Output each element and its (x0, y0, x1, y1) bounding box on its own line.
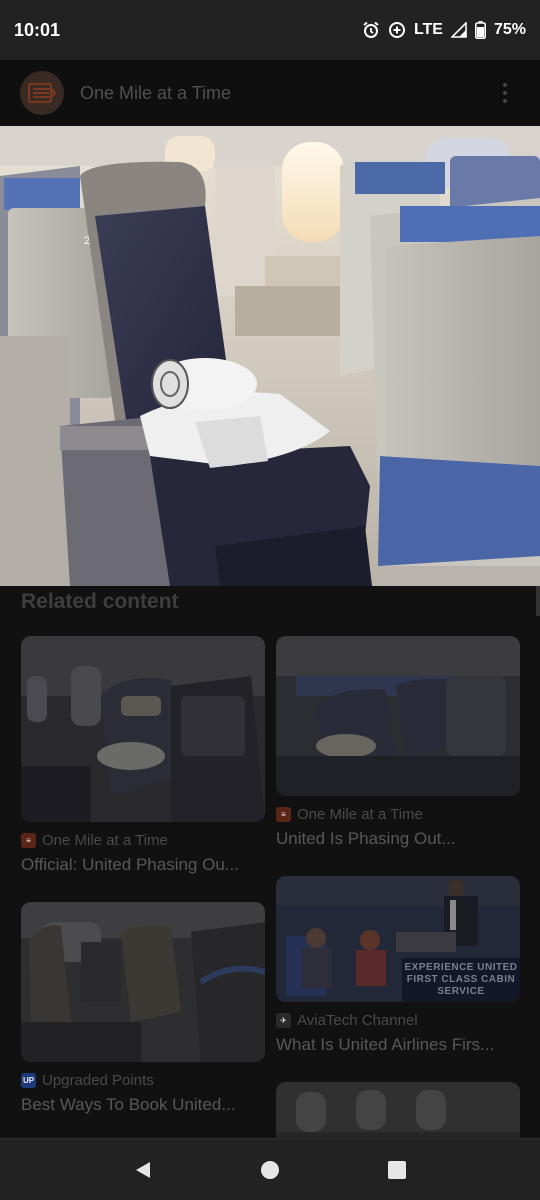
card-thumbnail[interactable] (276, 636, 520, 796)
card-thumbnail[interactable] (21, 636, 265, 822)
related-card[interactable]: EXPERIENCE UNITED FIRST CLASS CABIN SERV… (276, 876, 520, 1055)
card-thumbnail[interactable] (276, 1082, 520, 1138)
network-type: LTE (413, 21, 443, 38)
app-header: One Mile at a Time (0, 60, 540, 126)
recents-icon[interactable] (377, 1150, 417, 1190)
card-title[interactable]: United Is Phasing Out... (276, 829, 520, 849)
related-content-section: Related content ≡ One Mile at a Time Off… (0, 586, 540, 1138)
card-source-name: One Mile at a Time (42, 832, 168, 849)
card-source: ≡ One Mile at a Time (276, 806, 520, 823)
more-vert-icon[interactable] (490, 73, 520, 113)
alarm-icon (362, 21, 380, 39)
source-logo[interactable] (20, 71, 64, 115)
card-source-name: Upgraded Points (42, 1072, 154, 1089)
related-card[interactable]: UP Upgraded Points Best Ways To Book Uni… (21, 902, 265, 1115)
card-title[interactable]: Best Ways To Book United... (21, 1095, 265, 1115)
omaat-logo-icon: ≡ (276, 807, 291, 822)
card-thumbnail[interactable]: EXPERIENCE UNITED FIRST CLASS CABIN SERV… (276, 876, 520, 1002)
card-title[interactable]: Official: United Phasing Ou... (21, 855, 265, 875)
card-source: ≡ One Mile at a Time (21, 832, 265, 849)
card-source: ✈ AviaTech Channel (276, 1012, 520, 1029)
related-content-heading: Related content (21, 590, 179, 613)
status-bar: 10:01 LTE 75% (0, 0, 540, 60)
card-source: UP Upgraded Points (21, 1072, 265, 1089)
status-icons: LTE 75% (362, 21, 526, 39)
source-title[interactable]: One Mile at a Time (80, 83, 231, 104)
card-source-name: AviaTech Channel (297, 1012, 418, 1029)
omaat-logo-icon (28, 83, 57, 103)
back-icon[interactable] (123, 1150, 163, 1190)
card-source-name: One Mile at a Time (297, 806, 423, 823)
related-card[interactable]: ≡ One Mile at a Time United Is Phasing O… (276, 636, 520, 849)
signal-icon (450, 22, 467, 38)
aviatech-logo-icon: ✈ (276, 1013, 291, 1028)
upgraded-points-logo-icon: UP (21, 1073, 36, 1088)
status-time: 10:01 (14, 19, 61, 40)
related-card[interactable] (276, 1082, 520, 1138)
card-thumbnail[interactable] (21, 902, 265, 1062)
battery-level: 75% (493, 21, 526, 38)
scrollbar[interactable] (536, 586, 540, 616)
data-saver-icon (388, 21, 406, 39)
navigation-bar (0, 1138, 540, 1200)
thumbnail-caption: EXPERIENCE UNITED FIRST CLASS CABIN SERV… (402, 958, 520, 1002)
related-card[interactable]: ≡ One Mile at a Time Official: United Ph… (21, 636, 265, 875)
home-icon[interactable] (250, 1150, 290, 1190)
omaat-logo-icon: ≡ (21, 833, 36, 848)
battery-icon (474, 21, 486, 39)
card-title[interactable]: What Is United Airlines Firs... (276, 1035, 520, 1055)
hero-image[interactable]: 2A (0, 126, 540, 586)
